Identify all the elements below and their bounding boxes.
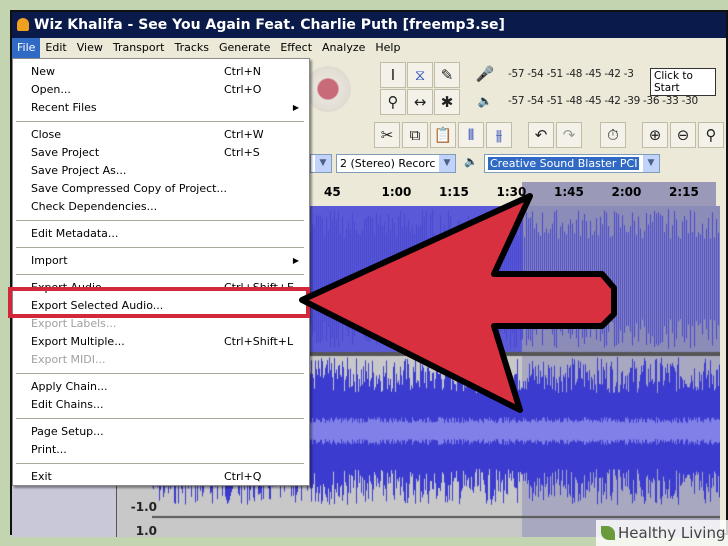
watermark: Healthy Living <box>596 520 728 546</box>
leaf-icon <box>601 526 615 540</box>
pointer-arrow <box>299 193 617 413</box>
